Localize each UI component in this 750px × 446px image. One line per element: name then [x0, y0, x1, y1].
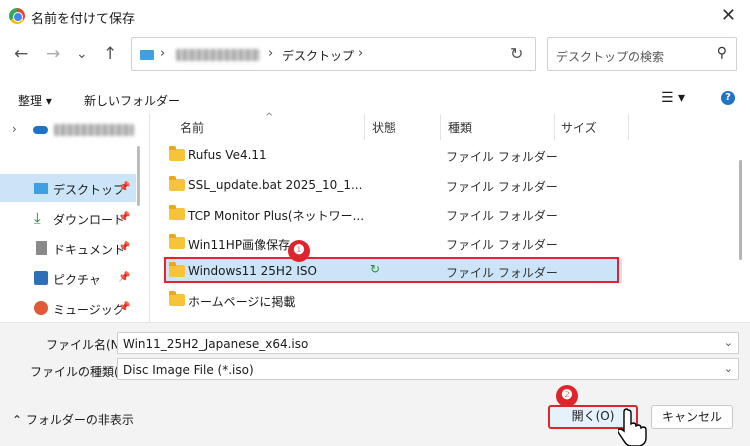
search-placeholder: デスクトップの検索	[556, 50, 665, 64]
annotation-badge-2: ❷	[556, 385, 578, 407]
pc-icon	[140, 50, 154, 60]
file-list: ^ 名前 状態 種類 サイズ Rufus Ve4.11 ファイル フォルダー S…	[152, 112, 737, 322]
column-header-status[interactable]: 状態	[372, 119, 396, 136]
column-header-size[interactable]: サイズ	[561, 119, 597, 136]
organize-button[interactable]: 整理 ▾	[18, 92, 52, 109]
list-item[interactable]: TCP Monitor Plus(ネットワー... ファイル フォルダー	[164, 202, 622, 226]
pin-icon: 📌	[118, 272, 131, 283]
sidebar-item-label: ダウンロード	[53, 213, 126, 227]
sidebar-item-label: ドキュメント	[53, 243, 126, 257]
sidebar-item-label: ミュージック	[53, 303, 125, 317]
title-bar: 名前を付けて保存 ✕	[0, 0, 750, 32]
list-item[interactable]: Rufus Ve4.11 ファイル フォルダー	[164, 143, 622, 167]
column-divider[interactable]	[554, 114, 555, 140]
column-header-type[interactable]: 種類	[448, 119, 472, 136]
search-icon: ⚲	[716, 45, 727, 61]
desktop-icon	[34, 183, 48, 194]
hide-folders-toggle[interactable]: ⌃ フォルダーの非表示	[12, 411, 134, 428]
breadcrumb-desktop[interactable]: デスクトップ	[282, 47, 354, 64]
column-divider[interactable]	[628, 114, 629, 140]
file-list-scrollbar[interactable]	[739, 160, 742, 260]
redacted-account-name	[54, 124, 134, 136]
refresh-icon[interactable]: ↻	[510, 44, 523, 63]
column-divider[interactable]	[364, 114, 365, 140]
up-button[interactable]: ↑	[103, 44, 117, 64]
chevron-right-icon: ›	[268, 46, 274, 61]
pin-icon: 📌	[118, 242, 131, 253]
filename-input[interactable]: Win11_25H2_Japanese_x64.iso ⌄	[117, 332, 739, 354]
recent-locations-button[interactable]: ⌄	[76, 44, 88, 64]
back-button[interactable]: ←	[14, 44, 28, 64]
chevron-up-icon: ⌃	[12, 413, 26, 427]
sidebar-item-music[interactable]: ミュージック 📌	[0, 294, 136, 322]
folder-icon	[169, 146, 185, 161]
chevron-down-icon[interactable]: ⌄	[724, 362, 733, 375]
view-options-button[interactable]: ☰ ▾	[661, 90, 685, 106]
sidebar-item-label: デスクトップ	[53, 183, 126, 197]
search-input[interactable]: デスクトップの検索 ⚲	[547, 37, 737, 71]
hide-folders-label: フォルダーの非表示	[25, 413, 134, 427]
chevron-right-icon[interactable]: ›	[358, 46, 363, 61]
file-type: ファイル フォルダー	[446, 209, 558, 223]
navigation-pane: › デスクトップ 📌 ⤓ ダウンロード 📌 ドキュメント 📌 ピクチャ 📌 ミュ…	[0, 114, 150, 322]
file-name: Win11HP画像保存	[188, 238, 291, 252]
command-bar: 整理 ▾ 新しいフォルダー ☰ ▾ ?	[0, 84, 750, 114]
file-type: ファイル フォルダー	[446, 150, 558, 164]
chevron-right-icon[interactable]: ›	[12, 122, 17, 136]
sidebar-item-onedrive[interactable]: ›	[0, 116, 136, 144]
list-item[interactable]: Win11HP画像保存 ファイル フォルダー	[164, 231, 622, 255]
help-icon[interactable]: ?	[721, 91, 735, 105]
list-item[interactable]: SSL_update.bat 2025_10_1... ファイル フォルダー	[164, 173, 622, 197]
sort-ascending-icon: ^	[265, 112, 274, 123]
filename-value: Win11_25H2_Japanese_x64.iso	[123, 337, 309, 351]
chrome-icon	[9, 8, 25, 24]
file-name: TCP Monitor Plus(ネットワー...	[188, 209, 365, 223]
download-icon: ⤓	[34, 209, 41, 227]
sidebar-item-downloads[interactable]: ⤓ ダウンロード 📌	[0, 204, 136, 232]
new-folder-button[interactable]: 新しいフォルダー	[84, 92, 180, 109]
chevron-down-icon[interactable]: ⌄	[724, 336, 733, 349]
sidebar-item-documents[interactable]: ドキュメント 📌	[0, 234, 136, 262]
filetype-select[interactable]: Disc Image File (*.iso) ⌄	[117, 358, 739, 380]
close-icon[interactable]: ✕	[721, 5, 736, 26]
picture-icon	[34, 271, 48, 285]
highlight-box-1	[164, 257, 619, 283]
file-name: ホームページに掲載	[188, 295, 296, 309]
cloud-icon	[33, 126, 48, 134]
navigation-scrollbar[interactable]	[137, 146, 140, 206]
folder-icon	[169, 234, 185, 249]
sidebar-item-desktop[interactable]: デスクトップ 📌	[0, 174, 136, 202]
folder-icon	[169, 176, 185, 191]
sidebar-item-label: ピクチャ	[53, 273, 101, 287]
redacted-user-folder	[176, 49, 260, 61]
annotation-badge-1: ❶	[288, 240, 310, 262]
pin-icon: 📌	[118, 182, 131, 193]
sidebar-item-pictures[interactable]: ピクチャ 📌	[0, 264, 136, 292]
column-divider[interactable]	[440, 114, 441, 140]
forward-button[interactable]: →	[46, 44, 60, 64]
file-name: SSL_update.bat 2025_10_1...	[188, 178, 363, 192]
pin-icon: 📌	[118, 302, 131, 313]
chevron-right-icon: ›	[160, 46, 166, 61]
file-type: ファイル フォルダー	[446, 238, 558, 252]
cancel-button[interactable]: キャンセル	[651, 405, 733, 429]
file-name: Rufus Ve4.11	[188, 148, 267, 162]
document-icon	[36, 241, 47, 255]
address-bar[interactable]: › › デスクトップ › ↻	[131, 37, 536, 71]
list-item[interactable]: ホームページに掲載	[164, 288, 622, 312]
pin-icon: 📌	[118, 212, 131, 223]
window-title: 名前を付けて保存	[31, 12, 136, 27]
folder-icon	[169, 291, 185, 306]
folder-icon	[169, 205, 185, 220]
music-icon	[34, 301, 48, 315]
column-header-name[interactable]: 名前	[180, 119, 204, 136]
hand-cursor-icon	[618, 408, 647, 446]
filetype-value: Disc Image File (*.iso)	[123, 363, 254, 377]
file-type: ファイル フォルダー	[446, 180, 558, 194]
